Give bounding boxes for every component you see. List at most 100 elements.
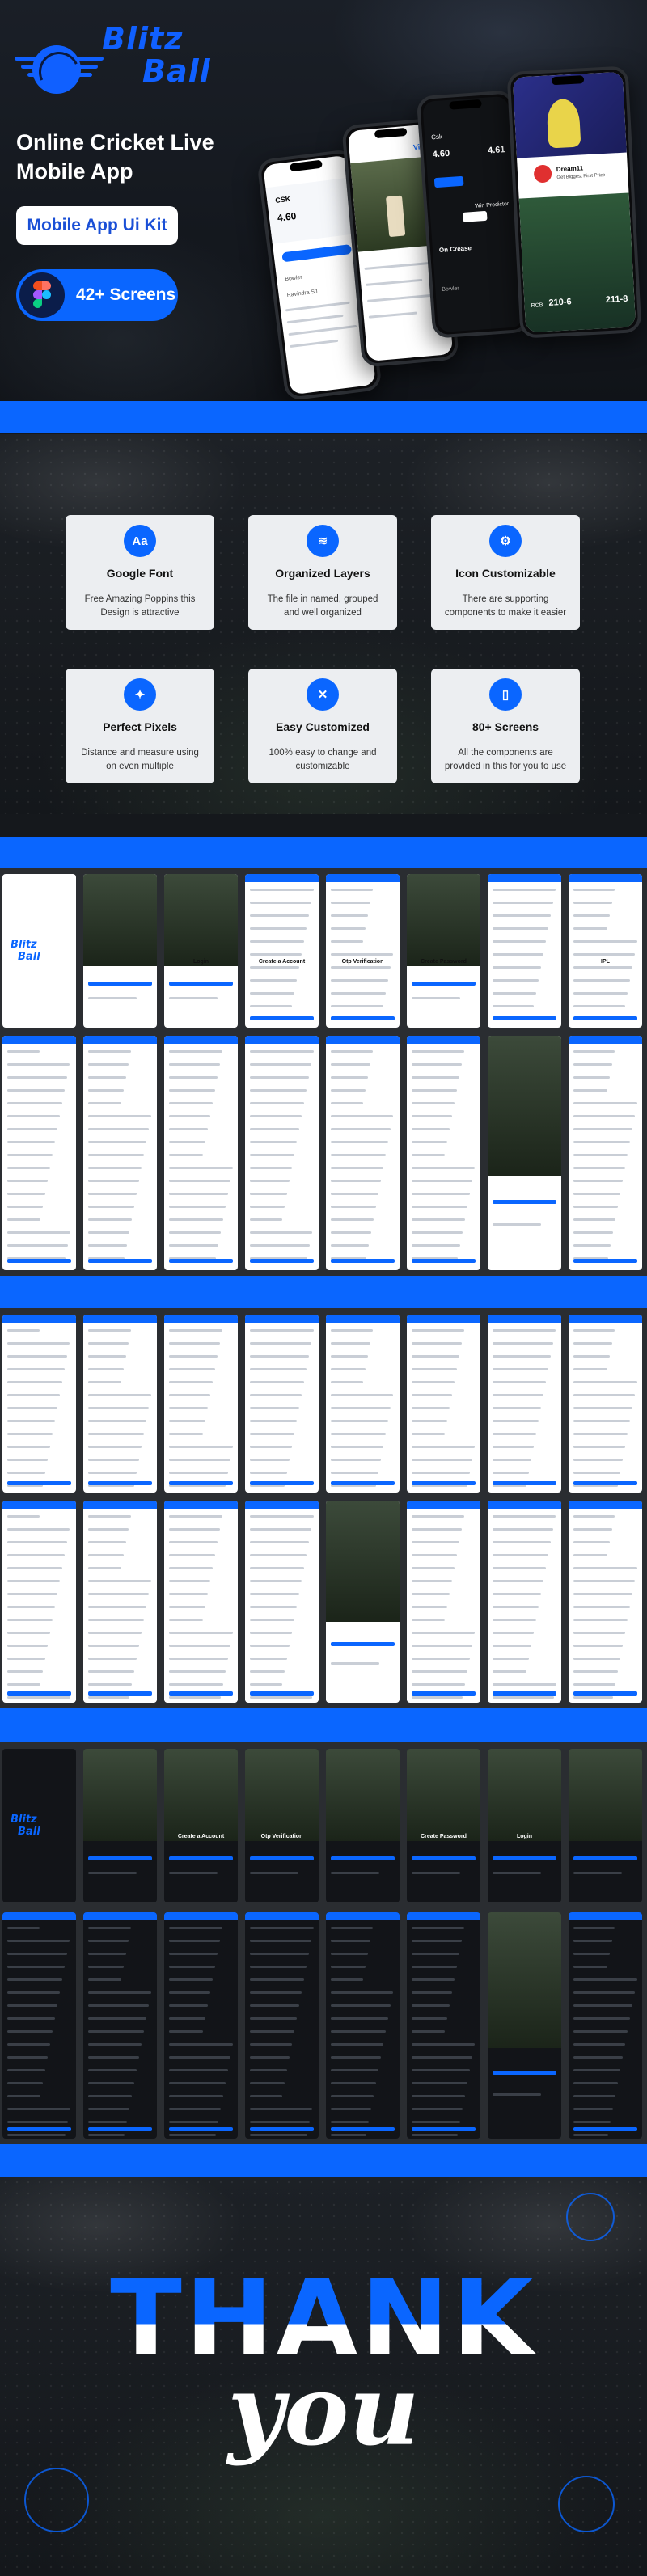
screen-thumbnail xyxy=(83,1036,157,1270)
screens-count: 42+ Screens xyxy=(76,285,176,304)
screen-title: Login xyxy=(192,959,209,965)
screen-thumbnail xyxy=(164,1501,238,1703)
ui-kit-button[interactable]: Mobile App Ui Kit xyxy=(16,206,178,245)
screen-thumbnail: Create a Account xyxy=(245,874,319,1028)
screen-thumbnail xyxy=(407,1912,480,2139)
feature-title: 80+ Screens xyxy=(472,720,539,733)
screen-thumbnail xyxy=(164,1036,238,1270)
brand-logo: Blitz Ball xyxy=(15,21,233,94)
feature-title: Organized Layers xyxy=(275,567,370,580)
screen-thumbnail xyxy=(83,1749,157,1902)
light-screens-grid-1: Blitz Ball Login Create a Account Otp Verif… xyxy=(0,868,647,1276)
divider-band xyxy=(0,1708,647,1742)
layers-icon: ≋ xyxy=(307,525,339,557)
screen-thumbnail xyxy=(407,1501,480,1703)
hero-section: Blitz Ball Online Cricket Live Mobile Ap… xyxy=(0,0,647,404)
fielder-outline-icon xyxy=(558,2476,615,2532)
screen-thumbnail xyxy=(407,1315,480,1493)
screen-thumbnail xyxy=(326,1501,400,1703)
team-score-2: 4.61 xyxy=(487,145,505,156)
screen-thumbnail xyxy=(569,1912,642,2139)
feature-card: ▯ 80+ Screens All the components are provi… xyxy=(431,669,580,783)
screen-thumbnail: Create Password xyxy=(407,874,480,1028)
predictor-label: Win Predictor xyxy=(475,201,510,209)
feature-card: ⚙ Icon Customizable There are supporting c… xyxy=(431,515,580,630)
feature-title: Google Font xyxy=(106,567,174,580)
screen-title: Create Password xyxy=(421,1834,467,1839)
feature-title: Easy Customized xyxy=(276,720,370,733)
divider-band xyxy=(0,1276,647,1308)
screen-thumbnail: Blitz Ball xyxy=(2,874,76,1028)
team-score: 4.60 xyxy=(277,210,298,224)
screen-thumbnail: Create Password xyxy=(407,1749,480,1902)
divider-band xyxy=(0,401,647,433)
screen-thumbnail xyxy=(245,1036,319,1270)
screen-title: Create Password xyxy=(421,959,467,965)
team-score: 4.60 xyxy=(432,148,450,160)
screen-thumbnail xyxy=(569,1501,642,1703)
screen-thumbnail xyxy=(488,1036,561,1270)
screen-thumbnail xyxy=(2,1036,76,1270)
screen-thumbnail: Login xyxy=(164,874,238,1028)
hero-title: Online Cricket Live Mobile App xyxy=(16,130,214,184)
ad-title: Dream11 xyxy=(556,164,584,174)
screen-thumbnail xyxy=(245,1501,319,1703)
screen-thumbnail: Login xyxy=(488,1749,561,1902)
feature-desc: 100% easy to change and customizable xyxy=(269,748,377,771)
screen-thumbnail: Otp Verification xyxy=(326,874,400,1028)
screen-thumbnail xyxy=(326,1315,400,1493)
screen-thumbnail xyxy=(164,1315,238,1493)
screen-thumbnail: IPL xyxy=(569,874,642,1028)
page: Blitz Ball Online Cricket Live Mobile Ap… xyxy=(0,0,647,2576)
divider-band xyxy=(0,2144,647,2177)
team-name: RCB xyxy=(531,302,543,309)
screen-thumbnail xyxy=(83,874,157,1028)
screen-title: Create a Account xyxy=(177,1834,225,1839)
screen-thumbnail xyxy=(488,1315,561,1493)
screen-thumbnail xyxy=(83,1315,157,1493)
screen-title: Otp Verification xyxy=(341,959,384,965)
screen-thumbnail xyxy=(2,1315,76,1493)
screen-title: Otp Verification xyxy=(260,1834,303,1839)
bowler-label: Bowler xyxy=(284,274,303,283)
feature-card: ✦ Perfect Pixels Distance and measure usin… xyxy=(66,669,214,783)
screen-thumbnail xyxy=(407,1036,480,1270)
screen-thumbnail xyxy=(326,1749,400,1902)
phone-mockup-4: Dream11 Get Biggest First Prize RCB 210-… xyxy=(506,65,642,339)
divider-band xyxy=(0,837,647,868)
screens-count-badge: 42+ Screens xyxy=(16,269,178,321)
screen-thumbnail: Create a Account xyxy=(164,1749,238,1902)
team-a-score: 210-6 xyxy=(548,297,572,308)
feature-desc: There are supporting components to make … xyxy=(444,594,567,618)
screen-thumbnail: Otp Verification xyxy=(245,1749,319,1902)
feature-desc: All the components are provided in this … xyxy=(444,748,567,771)
screen-thumbnail xyxy=(488,874,561,1028)
screen-thumbnail xyxy=(83,1501,157,1703)
team-name: Csk xyxy=(430,133,443,141)
screen-thumbnail xyxy=(164,1912,238,2139)
bowler-outline-icon xyxy=(566,2193,615,2241)
on-crease-label: On Crease xyxy=(438,244,472,255)
feature-card: Aa Google Font Free Amazing Poppins this D… xyxy=(66,515,214,630)
screen-thumbnail xyxy=(245,1912,319,2139)
cricket-ball-icon xyxy=(32,45,81,94)
brand-line1: Blitz xyxy=(102,21,184,57)
screen-thumbnail xyxy=(83,1912,157,2139)
screen-thumbnail xyxy=(569,1749,642,1902)
screen-thumbnail xyxy=(488,1501,561,1703)
feature-desc: The file in named, grouped and well orga… xyxy=(267,594,378,618)
feature-title: Perfect Pixels xyxy=(103,720,177,733)
customize-icon: ⚙ xyxy=(489,525,522,557)
screen-thumbnail: Blitz Ball xyxy=(2,1749,76,1902)
font-icon: Aa xyxy=(124,525,156,557)
screen-title: Create a Account xyxy=(258,959,306,965)
screen-thumbnail xyxy=(569,1036,642,1270)
screen-title: IPL xyxy=(601,959,610,965)
player-label: Ravindra SJ xyxy=(286,289,319,299)
screen-thumbnail xyxy=(488,1912,561,2139)
screen-title: Login xyxy=(516,1834,533,1839)
screen-thumbnail xyxy=(245,1315,319,1493)
figma-icon xyxy=(19,272,65,318)
feature-card: ≋ Organized Layers The file in named, grou… xyxy=(248,515,397,630)
feature-desc: Free Amazing Poppins this Design is attr… xyxy=(84,594,196,618)
